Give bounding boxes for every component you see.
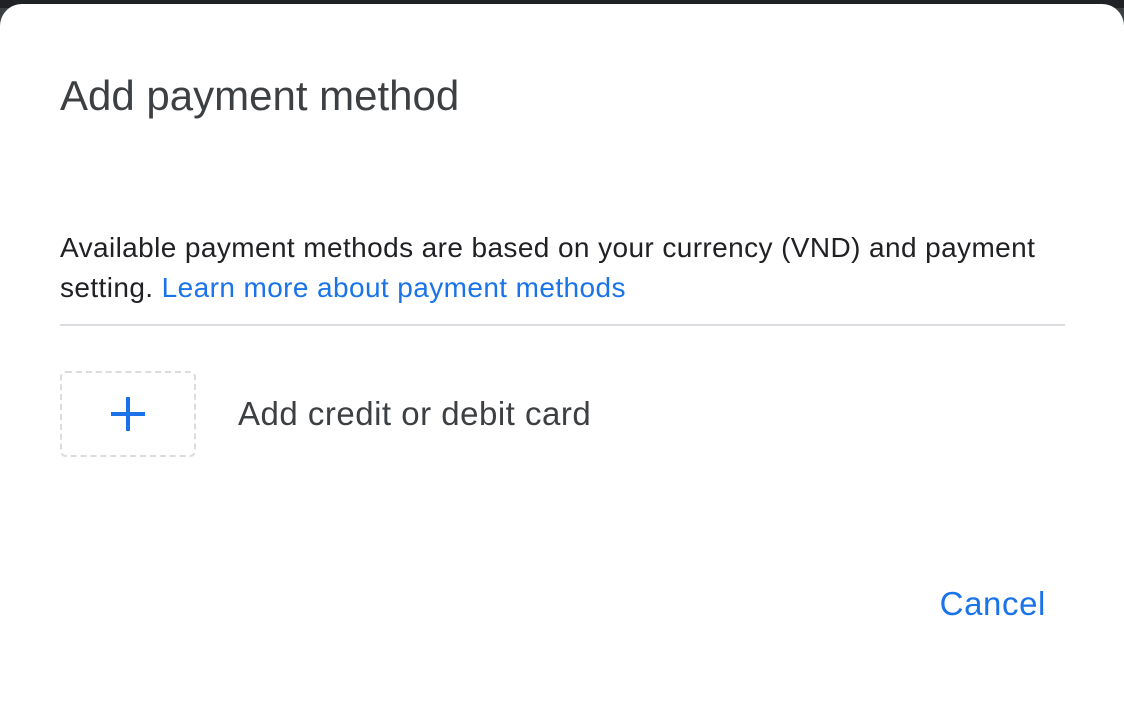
- add-payment-method-dialog: Add payment method Available payment met…: [0, 4, 1124, 706]
- plus-icon: [111, 397, 145, 431]
- learn-more-link[interactable]: Learn more about payment methods: [162, 272, 626, 303]
- add-card-label: Add credit or debit card: [238, 395, 592, 432]
- add-credit-card-option[interactable]: Add credit or debit card: [60, 367, 760, 461]
- cancel-button[interactable]: Cancel: [940, 582, 1046, 626]
- add-card-icon-box: [60, 371, 196, 457]
- payment-methods-info: Available payment methods are based on y…: [60, 228, 1060, 308]
- dialog-title: Add payment method: [60, 72, 460, 119]
- divider: [60, 324, 1065, 326]
